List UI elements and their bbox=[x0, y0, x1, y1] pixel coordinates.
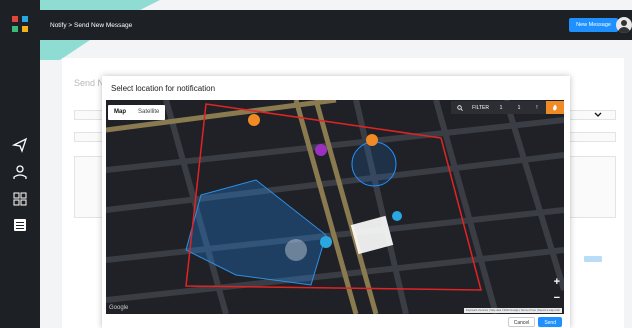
tab-satellite[interactable]: Satellite bbox=[132, 105, 165, 120]
filter-button[interactable]: FILTER bbox=[469, 101, 492, 114]
send-button-ghost bbox=[584, 256, 602, 262]
top-bar: Notify > Send New Message New Message bbox=[40, 10, 632, 40]
search-icon[interactable] bbox=[451, 101, 469, 114]
location-modal: Select location for notification Map Sat… bbox=[102, 76, 570, 328]
map-canvas bbox=[106, 100, 564, 314]
logo bbox=[12, 16, 28, 32]
fire-icon[interactable] bbox=[546, 101, 564, 114]
zoom-in-button[interactable]: + bbox=[554, 276, 560, 288]
filter-count-2[interactable]: 1 bbox=[510, 101, 528, 114]
filter-count-1[interactable]: 1 bbox=[492, 101, 510, 114]
send-icon[interactable] bbox=[11, 137, 28, 153]
map-attribution[interactable]: Keyboard shortcuts | Map data ©2023 Goog… bbox=[463, 308, 562, 313]
chevron-down-icon bbox=[594, 112, 602, 117]
google-logo: Google bbox=[109, 305, 129, 311]
modal-title: Select location for notification bbox=[111, 84, 216, 93]
user-icon[interactable] bbox=[12, 164, 28, 180]
info-icon[interactable]: ! bbox=[528, 101, 546, 114]
map[interactable]: Map Satellite FILTER 1 1 ! + − Google Ke… bbox=[106, 100, 564, 314]
cancel-button[interactable]: Cancel bbox=[507, 317, 536, 327]
tab-map[interactable]: Map bbox=[108, 105, 132, 120]
send-button[interactable]: Send bbox=[538, 317, 562, 327]
map-toolbar: FILTER 1 1 ! bbox=[451, 101, 564, 114]
modal-footer: Cancel Send bbox=[507, 317, 562, 327]
sidebar bbox=[0, 0, 40, 328]
grid-icon[interactable] bbox=[12, 191, 28, 207]
list-icon[interactable] bbox=[12, 217, 28, 233]
breadcrumb: Notify > Send New Message bbox=[50, 21, 133, 29]
new-message-button[interactable]: New Message bbox=[569, 18, 618, 32]
map-type-toggle: Map Satellite bbox=[108, 105, 166, 120]
zoom-out-button[interactable]: − bbox=[554, 292, 560, 304]
avatar[interactable] bbox=[616, 17, 632, 33]
